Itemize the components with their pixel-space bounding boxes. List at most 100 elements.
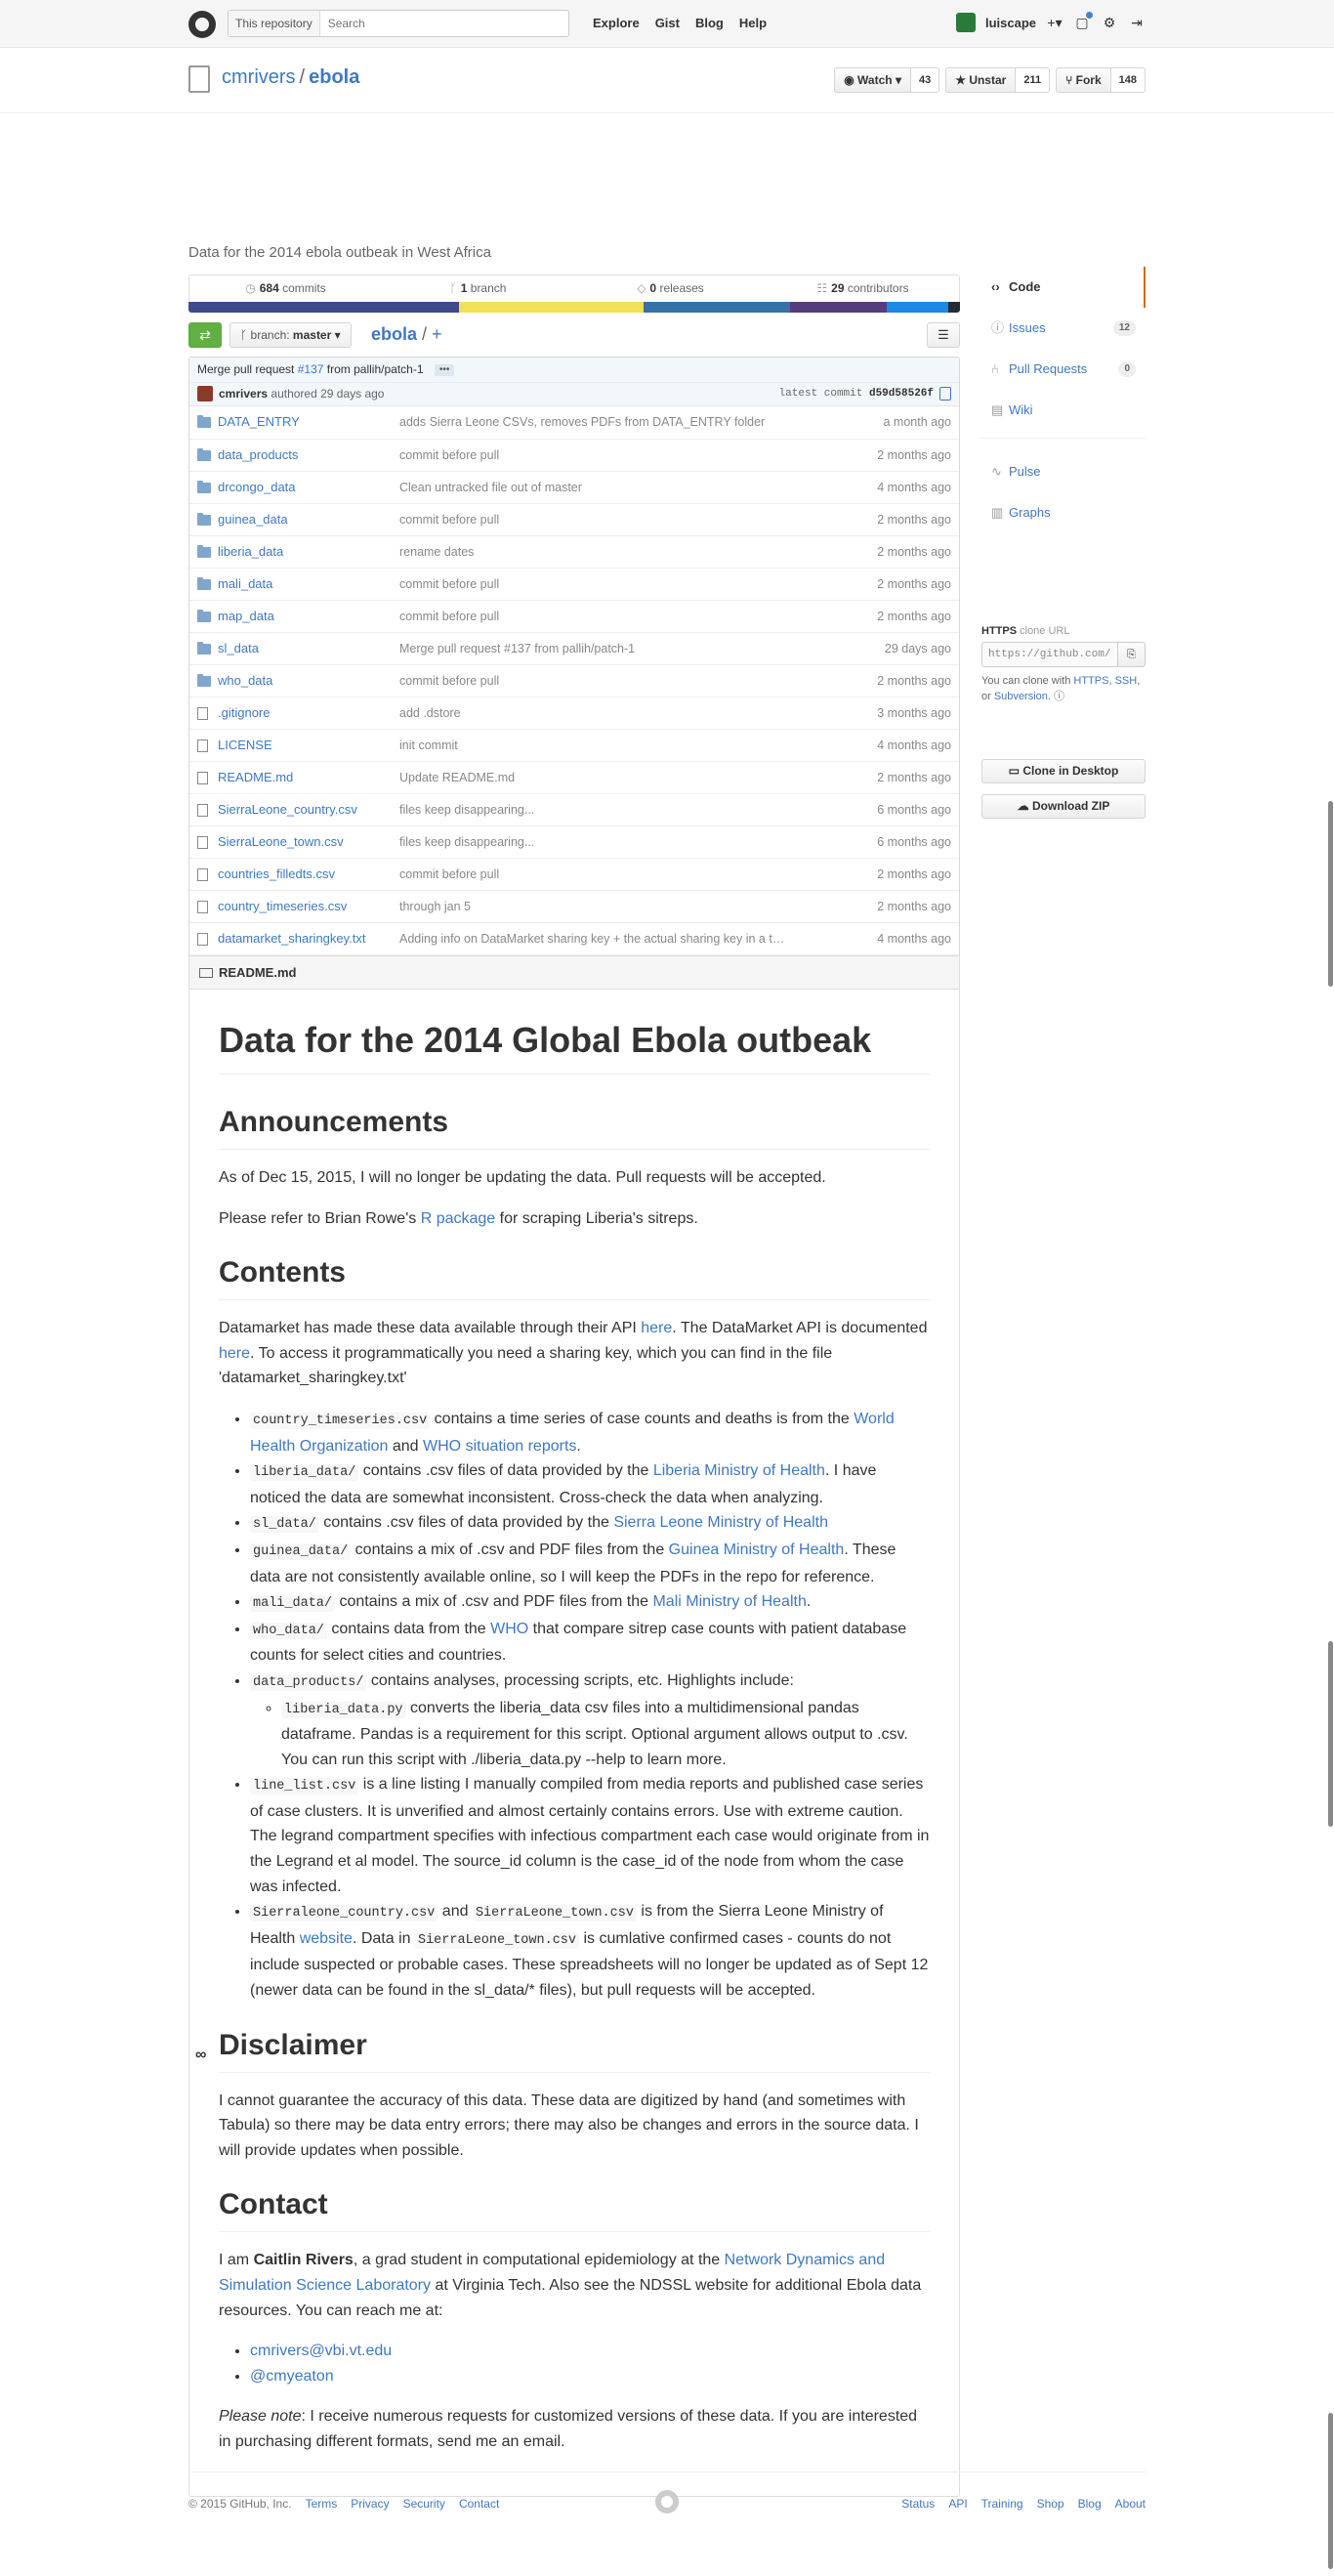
plus-icon[interactable]: +▾ [1046,14,1063,31]
file-row[interactable]: countries_filledts.csv commit before pull… [189,858,959,890]
footer-link-privacy[interactable]: Privacy [351,2497,389,2511]
file-name-link[interactable]: guinea_data [218,504,288,535]
file-commit-message[interactable]: commit before pull [399,504,499,535]
clipboard-icon[interactable] [939,387,951,401]
repo-owner-link[interactable]: cmrivers [222,66,296,88]
liberia-moh-link[interactable]: Liberia Ministry of Health [653,1462,825,1479]
breadcrumb-repo-link[interactable]: ebola [371,324,417,344]
file-name-link[interactable]: .gitignore [218,697,270,729]
footer-link-terms[interactable]: Terms [306,2497,338,2511]
username[interactable]: luiscape [985,16,1036,30]
email-link[interactable]: cmrivers@vbi.vt.edu [250,2343,392,2359]
file-name-link[interactable]: datamarket_sharingkey.txt [218,923,366,954]
file-name-link[interactable]: who_data [218,665,272,697]
file-row[interactable]: SierraLeone_town.csv files keep disappear… [189,825,959,858]
footer-link-status[interactable]: Status [901,2497,935,2511]
file-name-link[interactable]: countries_filledts.csv [218,859,335,890]
unstar-button[interactable]: ★ Unstar [945,67,1017,93]
api-docs-link[interactable]: here [219,1345,250,1362]
nav-gist[interactable]: Gist [655,16,680,30]
sl-website-link[interactable]: website [300,1930,353,1947]
sidebar-item-pull-requests[interactable]: ⑃ Pull Requests 0 [981,349,1146,390]
footer-link-blog[interactable]: Blog [1078,2497,1102,2511]
commit-author[interactable]: cmrivers [219,387,268,401]
scrollbar-thumb[interactable] [1328,2413,1333,2569]
file-name-link[interactable]: sl_data [218,633,259,664]
file-name-link[interactable]: SierraLeone_town.csv [218,826,344,858]
file-row[interactable]: datamarket_sharingkey.txt Adding info on … [189,922,959,954]
repo-name-link[interactable]: ebola [309,66,359,88]
question-icon[interactable]: ⓘ [1054,691,1064,702]
branch-select-button[interactable]: ᚴ branch: master ▾ [229,322,352,348]
notifications-icon[interactable]: ▢ [1073,12,1093,31]
footer-link-contact[interactable]: Contact [459,2497,499,2511]
file-commit-message[interactable]: Clean untracked file out of master [399,472,582,503]
file-row[interactable]: who_data commit before pull 2 months ago [189,664,959,697]
file-row[interactable]: mali_data commit before pull 2 months ago [189,568,959,600]
compare-button[interactable]: ⇄ [188,322,222,348]
sidebar-item-pulse[interactable]: ∿ Pulse [981,451,1146,492]
fork-count[interactable]: 148 [1110,67,1146,93]
file-commit-message[interactable]: commit before pull [399,440,499,471]
list-view-button[interactable]: ☰ [927,322,960,348]
file-commit-message[interactable]: files keep disappearing... [399,826,534,858]
clone-ssh-link[interactable]: SSH [1115,675,1138,687]
search-bar[interactable]: This repository [228,10,569,37]
file-commit-message[interactable]: through jan 5 [399,891,471,922]
clone-in-desktop-button[interactable]: ▭ Clone in Desktop [981,759,1146,783]
nav-explore[interactable]: Explore [593,16,640,30]
file-name-link[interactable]: country_timeseries.csv [218,891,347,922]
gear-icon[interactable]: ⚙ [1101,14,1118,31]
fork-button[interactable]: ⑂ Fork [1056,67,1111,93]
new-file-link[interactable]: + [432,324,442,344]
clipboard-icon[interactable]: ⎘ [1118,642,1146,667]
file-commit-message[interactable]: add .dstore [399,697,461,729]
file-commit-message[interactable]: adds Sierra Leone CSVs, removes PDFs fro… [399,406,765,438]
search-input[interactable] [319,12,555,35]
footer-link-security[interactable]: Security [403,2497,445,2511]
file-commit-message[interactable]: commit before pull [399,665,499,697]
expand-commit-button[interactable]: ••• [434,363,455,376]
footer-link-api[interactable]: API [948,2497,967,2511]
file-row[interactable]: data_products commit before pull 2 months … [189,439,959,471]
avatar[interactable] [955,13,976,32]
file-row[interactable]: .gitignore add .dstore 3 months ago [189,697,959,729]
file-commit-message[interactable]: commit before pull [399,601,499,632]
scrollbar[interactable] [1326,0,1334,2576]
link-icon[interactable]: ∞ [195,2037,206,2074]
r-package-link[interactable]: R package [421,1210,496,1227]
sidebar-item-graphs[interactable]: ▥ Graphs [981,492,1146,533]
github-logo-icon[interactable] [188,11,216,38]
commit-pr-link[interactable]: #137 [298,362,324,376]
language-bar[interactable] [188,302,960,313]
footer-link-shop[interactable]: Shop [1037,2497,1064,2511]
footer-link-training[interactable]: Training [981,2497,1023,2511]
sign-out-icon[interactable]: ⇥ [1128,14,1146,31]
scrollbar-thumb[interactable] [1328,1641,1333,1827]
file-name-link[interactable]: liberia_data [218,536,283,568]
file-commit-message[interactable]: rename dates [399,536,474,568]
file-row[interactable]: DATA_ENTRY adds Sierra Leone CSVs, remove… [189,406,959,439]
file-name-link[interactable]: SierraLeone_country.csv [218,794,357,825]
file-name-link[interactable]: data_products [218,440,298,471]
sierra-leone-moh-link[interactable]: Sierra Leone Ministry of Health [613,1514,828,1531]
sidebar-item-issues[interactable]: ⓘ Issues 12 [981,308,1146,349]
watch-count[interactable]: 43 [910,67,940,93]
file-row[interactable]: drcongo_data Clean untracked file out of … [189,471,959,503]
guinea-moh-link[interactable]: Guinea Ministry of Health [669,1541,845,1558]
commits-summary[interactable]: ◷ 684 commits [189,275,382,302]
watch-button[interactable]: ◉ Watch ▾ [834,67,911,93]
file-row[interactable]: sl_data Merge pull request #137 from pall… [189,632,959,664]
file-row[interactable]: LICENSE init commit 4 months ago [189,729,959,761]
file-commit-message[interactable]: init commit [399,730,458,761]
file-name-link[interactable]: mali_data [218,569,272,600]
file-row[interactable]: country_timeseries.csv through jan 5 2 mon… [189,890,959,922]
branch-summary[interactable]: ᚴ1 branch [382,275,574,302]
twitter-link[interactable]: @cmyeaton [250,2368,334,2385]
clone-https-link[interactable]: HTTPS [1073,675,1108,687]
file-commit-message[interactable]: commit before pull [399,859,499,890]
file-commit-message[interactable]: Adding info on DataMarket sharing key + … [399,923,784,954]
who-data-link[interactable]: WHO [490,1621,528,1637]
releases-summary[interactable]: ◇ 0 releases [574,275,767,302]
nav-help[interactable]: Help [739,16,767,30]
